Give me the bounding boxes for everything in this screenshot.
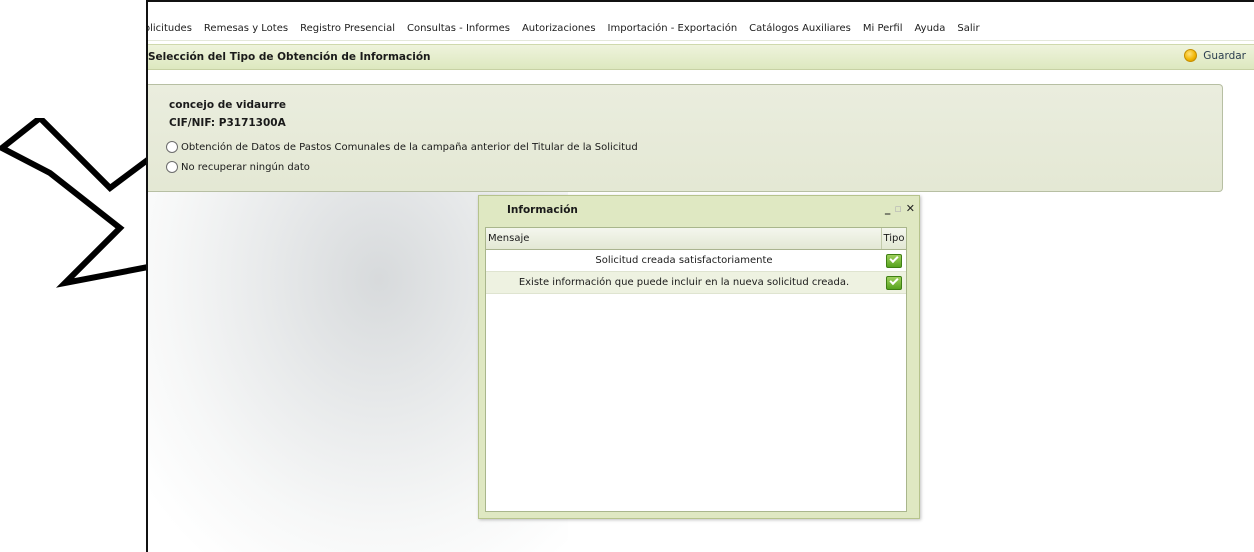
- check-icon: [886, 253, 902, 268]
- dialog-header[interactable]: Información _ ▫ ✕: [479, 196, 919, 224]
- menu-catalogos[interactable]: Catálogos Auxiliares: [743, 18, 857, 40]
- column-type[interactable]: Tipo: [882, 228, 906, 249]
- menu-autorizaciones[interactable]: Autorizaciones: [516, 18, 602, 40]
- column-message[interactable]: Mensaje: [486, 228, 882, 249]
- row-message: Existe información que puede incluir en …: [518, 277, 850, 288]
- message-grid: Mensaje Tipo Solicitud creada satisfacto…: [485, 227, 907, 512]
- check-icon: [886, 275, 902, 290]
- save-button[interactable]: Guardar: [1184, 49, 1246, 62]
- menu-registro-presencial[interactable]: Registro Presencial: [294, 18, 401, 40]
- minimize-icon[interactable]: _: [885, 202, 891, 215]
- maximize-icon[interactable]: ▫: [894, 202, 901, 215]
- radio-no-data[interactable]: [166, 161, 178, 173]
- table-row[interactable]: Solicitud creada satisfactoriamente: [486, 250, 906, 272]
- main-menu: olicitudes Remesas y Lotes Registro Pres…: [148, 18, 1254, 41]
- dialog-title: Información: [507, 204, 578, 216]
- grid-header: Mensaje Tipo: [486, 228, 906, 250]
- app-window: olicitudes Remesas y Lotes Registro Pres…: [146, 0, 1254, 552]
- info-dialog: Información _ ▫ ✕ Mensaje Tipo Solicitud…: [478, 195, 920, 519]
- page-title-bar: Selección del Tipo de Obtención de Infor…: [148, 44, 1254, 70]
- option-obtain-data-label: Obtención de Datos de Pastos Comunales d…: [181, 141, 638, 153]
- menu-mi-perfil[interactable]: Mi Perfil: [857, 18, 909, 40]
- radio-obtain-data[interactable]: [166, 141, 178, 153]
- save-icon: [1184, 49, 1198, 62]
- close-icon[interactable]: ✕: [906, 202, 915, 215]
- holder-name: concejo de vidaurre: [169, 99, 287, 111]
- page-title: Selección del Tipo de Obtención de Infor…: [148, 51, 431, 63]
- option-obtain-data[interactable]: Obtención de Datos de Pastos Comunales d…: [166, 141, 638, 153]
- holder-cif: CIF/NIF: P3171300A: [169, 117, 286, 129]
- menu-solicitudes[interactable]: olicitudes: [148, 18, 198, 40]
- option-no-data[interactable]: No recuperar ningún dato: [166, 161, 310, 173]
- table-row[interactable]: Existe información que puede incluir en …: [486, 272, 906, 294]
- row-message: Solicitud creada satisfactoriamente: [595, 255, 773, 266]
- menu-ayuda[interactable]: Ayuda: [909, 18, 952, 40]
- menu-remesas[interactable]: Remesas y Lotes: [198, 18, 294, 40]
- menu-importacion[interactable]: Importación - Exportación: [602, 18, 744, 40]
- header-cropped: [148, 2, 548, 8]
- option-no-data-label: No recuperar ningún dato: [181, 161, 310, 173]
- save-label: Guardar: [1203, 49, 1246, 62]
- selection-panel: concejo de vidaurre CIF/NIF: P3171300A O…: [148, 84, 1223, 192]
- menu-consultas[interactable]: Consultas - Informes: [401, 18, 516, 40]
- menu-salir[interactable]: Salir: [951, 18, 985, 40]
